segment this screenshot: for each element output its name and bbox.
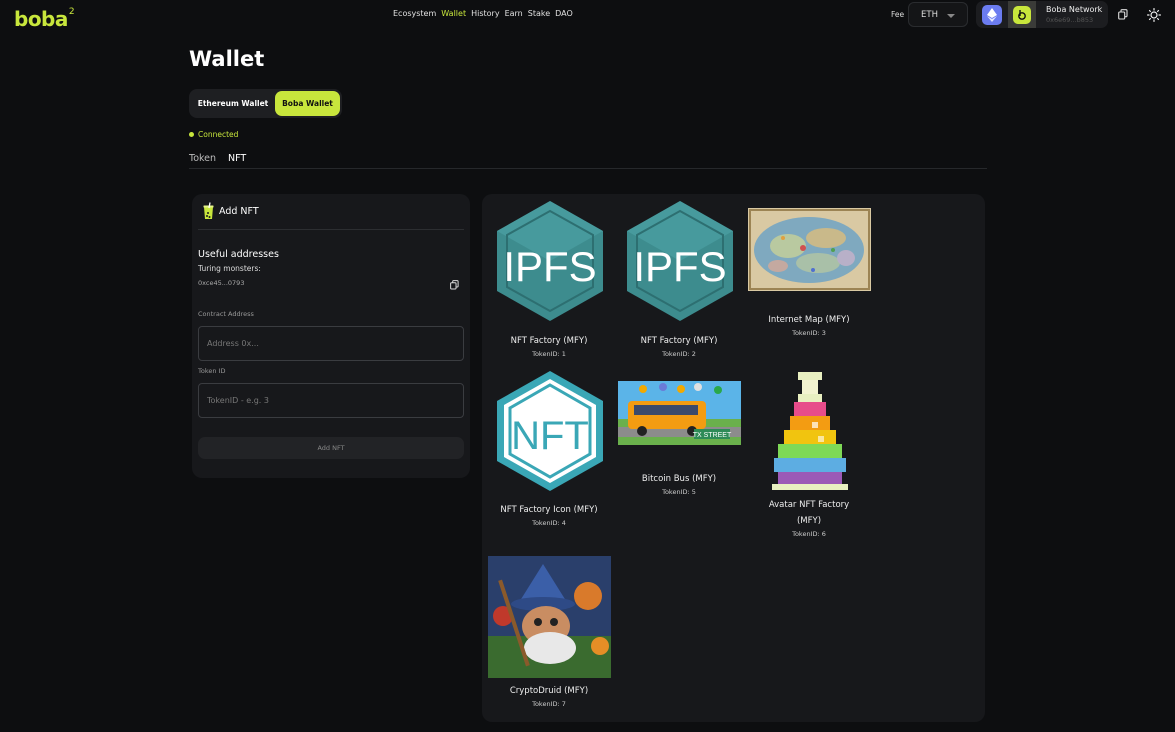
nft-name: NFT Factory Icon (MFY) <box>500 505 598 515</box>
nft-token-id: TokenID: 2 <box>662 350 696 358</box>
turing-monsters-address: 0xce45...0793 <box>198 279 245 287</box>
nav-stake[interactable]: Stake <box>528 9 550 18</box>
logo-text: boba <box>14 7 68 31</box>
nft-name-line2: (MFY) <box>796 516 822 526</box>
nav-history[interactable]: History <box>471 9 499 18</box>
nav-earn[interactable]: Earn <box>505 9 523 18</box>
wallet-toggle: Ethereum Wallet Boba Wallet <box>189 89 342 118</box>
add-nft-title: Add NFT <box>219 205 259 217</box>
main-nav: Ecosystem Wallet History Earn Stake DAO <box>393 9 573 18</box>
network-info: Boba Network 0x6e69...b853 <box>1046 4 1102 26</box>
nft-name: NFT Factory (MFY) <box>510 336 588 346</box>
copy-address-icon[interactable] <box>450 280 459 290</box>
nft-card[interactable]: IPFS NFT Factory (MFY) TokenID: 2 <box>614 199 744 359</box>
nft-token-id: TokenID: 7 <box>532 700 566 708</box>
pixel-potion-image <box>772 372 848 490</box>
crypto-druid-image <box>488 556 611 678</box>
nft-token-id: TokenID: 6 <box>792 530 826 538</box>
boba-logo[interactable]: boba 2 <box>14 6 75 32</box>
tab-token[interactable]: Token <box>189 153 216 169</box>
boba-network-icon-wrap[interactable] <box>1008 1 1036 28</box>
fee-token-select[interactable]: ETH <box>908 2 968 27</box>
add-nft-button[interactable]: Add NFT <box>198 437 464 459</box>
nft-card[interactable]: CryptoDruid (MFY) TokenID: 7 <box>484 556 614 716</box>
add-nft-header: Add NFT <box>202 202 259 220</box>
nft-token-id: TokenID: 4 <box>532 519 566 527</box>
logo-superscript: 2 <box>68 7 75 17</box>
nft-name: Internet Map (MFY) <box>768 315 850 325</box>
nft-token-id: TokenID: 5 <box>662 488 696 496</box>
nav-dao[interactable]: DAO <box>555 9 573 18</box>
connection-status: Connected <box>189 130 238 139</box>
nft-card[interactable]: IPFS NFT Factory (MFY) TokenID: 1 <box>484 199 614 359</box>
ethereum-wallet-button[interactable]: Ethereum Wallet <box>192 91 274 116</box>
network-name: Boba Network <box>1046 4 1103 14</box>
bitcoin-bus-image: TX STREET <box>618 381 741 445</box>
panel-divider <box>198 229 464 230</box>
useful-addresses-heading: Useful addresses <box>198 249 279 260</box>
page-title: Wallet <box>189 47 265 71</box>
boba-wallet-button[interactable]: Boba Wallet <box>275 91 340 116</box>
token-id-label: Token ID <box>198 367 226 375</box>
nft-card[interactable]: NFT NFT Factory Icon (MFY) TokenID: 4 <box>484 369 614 529</box>
svg-text:IPFS: IPFS <box>503 243 596 290</box>
nft-token-id: TokenID: 3 <box>792 329 826 337</box>
nft-factory-icon-image: NFT <box>497 371 603 491</box>
nft-name: CryptoDruid (MFY) <box>509 686 589 696</box>
status-text: Connected <box>198 130 239 139</box>
fee-token-value: ETH <box>921 9 938 20</box>
nft-name: Bitcoin Bus (MFY) <box>641 474 717 484</box>
nft-name: NFT Factory (MFY) <box>640 336 718 346</box>
svg-text:NFT: NFT <box>511 414 589 458</box>
token-id-input[interactable] <box>198 383 464 418</box>
nav-wallet[interactable]: Wallet <box>441 9 466 18</box>
theme-toggle-sun-icon[interactable] <box>1147 8 1161 22</box>
contract-address-input[interactable] <box>198 326 464 361</box>
boba-network-icon <box>1013 5 1031 24</box>
turing-monsters-label: Turing monsters: <box>198 264 261 273</box>
tab-nft[interactable]: NFT <box>228 153 247 169</box>
ipfs-image: IPFS <box>627 201 733 321</box>
tab-divider <box>189 168 987 169</box>
network-switcher[interactable]: Boba Network 0x6e69...b853 <box>976 1 1108 28</box>
copy-icon[interactable] <box>1118 9 1128 20</box>
nft-card[interactable]: TX STREET Bitcoin Bus (MFY) TokenID: 5 <box>614 381 744 511</box>
nft-card[interactable]: Internet Map (MFY) TokenID: 3 <box>744 208 874 348</box>
add-nft-panel: Add NFT Useful addresses Turing monsters… <box>192 194 470 478</box>
svg-text:TX STREET: TX STREET <box>693 432 732 439</box>
status-dot <box>189 132 194 137</box>
svg-text:IPFS: IPFS <box>633 243 726 290</box>
chevron-down-icon <box>947 14 955 18</box>
asset-tabs: Token NFT <box>189 153 247 169</box>
network-address: 0x6e69...b853 <box>1046 15 1094 24</box>
nft-token-id: TokenID: 1 <box>532 350 566 358</box>
nft-card[interactable]: Avatar NFT Factory (MFY) TokenID: 6 <box>744 372 874 542</box>
nft-name: Avatar NFT Factory <box>768 500 850 510</box>
boba-cup-icon <box>203 202 214 219</box>
contract-address-label: Contract Address <box>198 310 254 318</box>
internet-map-image <box>748 208 871 291</box>
ipfs-image: IPFS <box>497 201 603 321</box>
fee-label: Fee <box>891 10 905 19</box>
nft-gallery: IPFS NFT Factory (MFY) TokenID: 1 IPFS N… <box>482 194 985 722</box>
ethereum-icon[interactable] <box>982 4 1002 25</box>
nav-ecosystem[interactable]: Ecosystem <box>393 9 436 18</box>
